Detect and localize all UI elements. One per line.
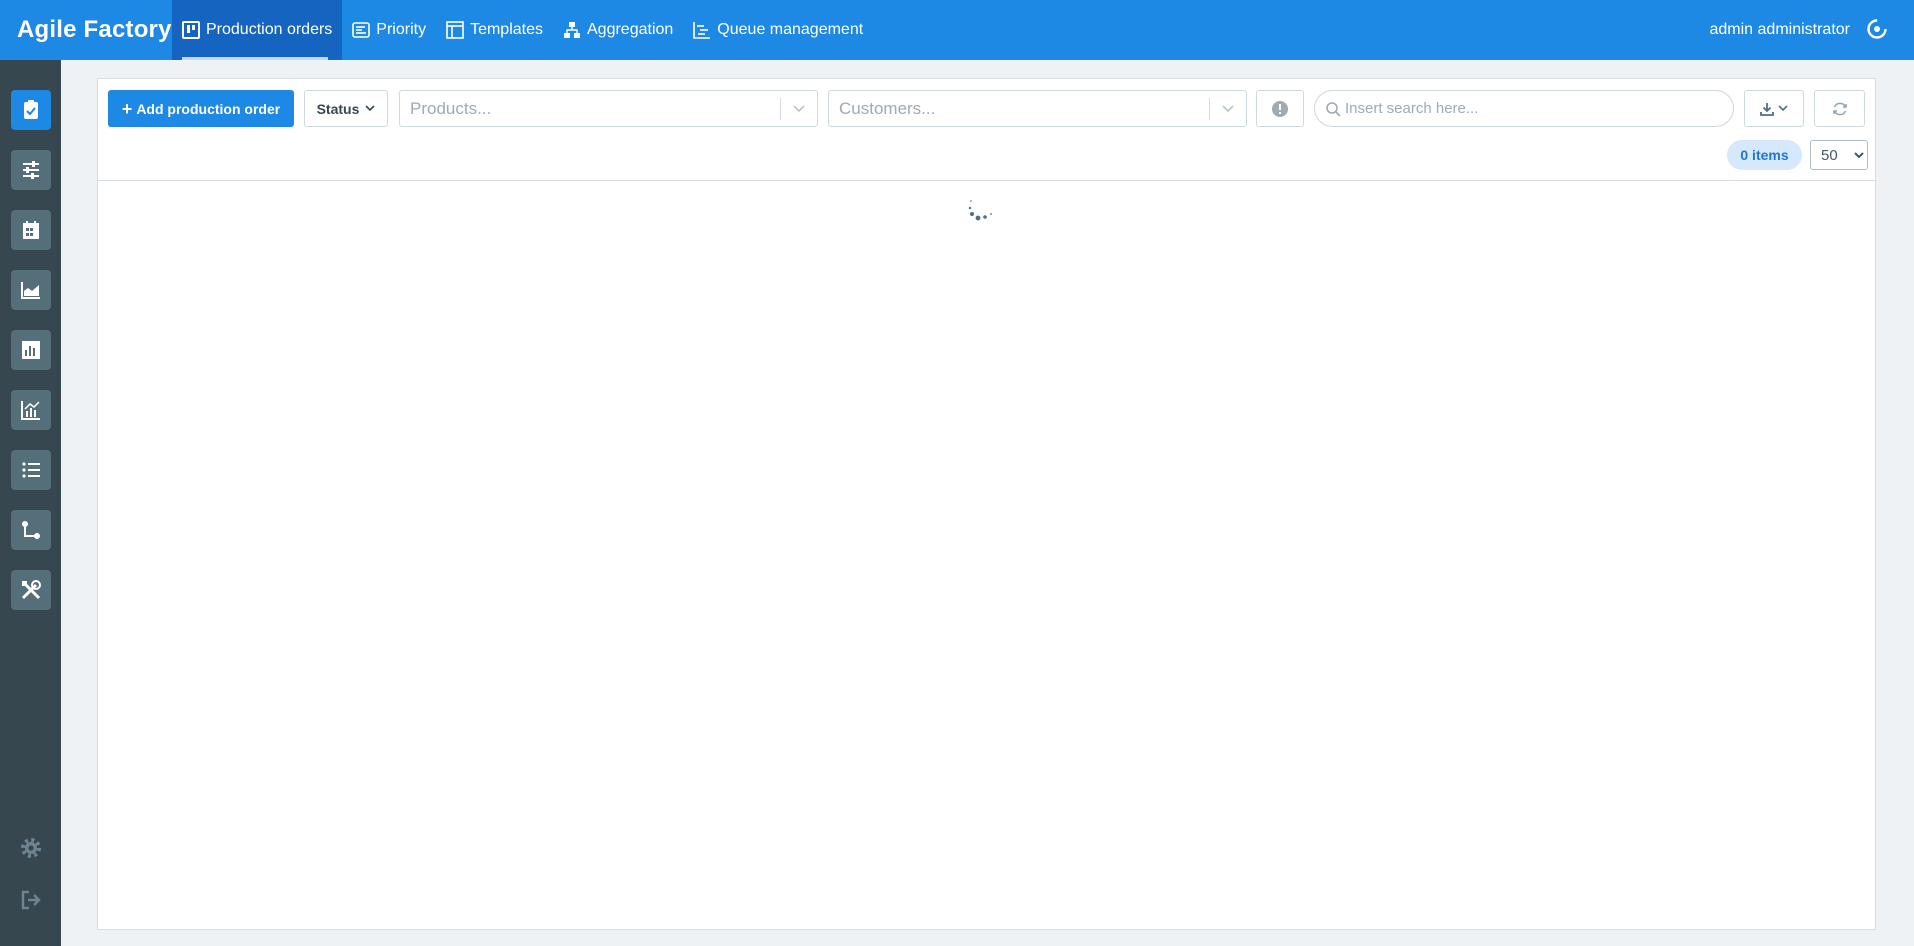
loading-spinner-icon: [968, 200, 992, 221]
sidebar-item-area-chart[interactable]: [11, 270, 51, 310]
logout-icon[interactable]: [19, 888, 43, 912]
add-button-label: Add production order: [136, 100, 281, 117]
list-icon: [22, 462, 40, 478]
sidebar-item-production[interactable]: [11, 90, 51, 130]
chevron-down-icon: [1778, 105, 1788, 112]
sidebar-item-calendar[interactable]: [11, 210, 51, 250]
board-icon: [182, 21, 200, 39]
app-brand[interactable]: Agile Factory: [0, 16, 172, 44]
sidebar: [0, 60, 61, 946]
nav-production-orders[interactable]: Production orders: [172, 0, 343, 60]
nav-aggregation[interactable]: Aggregation: [553, 0, 683, 60]
settings-gear-icon[interactable]: [19, 836, 43, 860]
sidebar-item-list[interactable]: [11, 450, 51, 490]
sidebar-item-bar-chart[interactable]: [11, 330, 51, 370]
refresh-icon: [1832, 102, 1847, 115]
tools-icon: [21, 580, 41, 600]
customers-select[interactable]: Customers...: [828, 90, 1247, 127]
user-name[interactable]: admin administrator: [1710, 0, 1851, 60]
sliders-icon: [23, 161, 39, 179]
nav-label: Production orders: [206, 21, 333, 38]
sidebar-item-tools[interactable]: [11, 570, 51, 610]
calendar-icon: [23, 221, 39, 239]
bar-chart-icon: [22, 341, 40, 359]
plus-icon: +: [121, 98, 133, 119]
sidebar-item-scheduling[interactable]: [11, 150, 51, 190]
download-icon: [1760, 102, 1774, 116]
search-icon: [1326, 101, 1341, 117]
status-filter-button[interactable]: Status: [304, 90, 388, 127]
area-chart-icon: [21, 282, 40, 299]
aggregation-icon: [564, 22, 580, 38]
chevron-down-icon: [793, 104, 805, 112]
nav-label: Aggregation: [587, 21, 674, 38]
flow-icon: [22, 521, 40, 539]
alert-filter-button[interactable]: [1256, 90, 1304, 127]
line-chart-icon: [21, 401, 40, 420]
chevron-down-icon: [1222, 104, 1234, 112]
nav-label: Priority: [376, 21, 427, 38]
sidebar-item-flow[interactable]: [11, 510, 51, 550]
template-icon: [446, 21, 464, 39]
chevron-down-icon: [365, 105, 375, 112]
download-button[interactable]: [1744, 90, 1804, 127]
items-count-badge: 0 items: [1727, 140, 1802, 170]
customers-placeholder: Customers...: [839, 98, 936, 118]
nav-label: Queue management: [717, 21, 864, 38]
clipboard-check-icon: [24, 100, 38, 119]
queue-icon: [693, 22, 711, 39]
search-box: [1314, 90, 1734, 127]
production-orders-panel: + Add production order Status Products..…: [97, 78, 1876, 930]
main-nav: Production orders Priority Templates Agg…: [172, 0, 873, 60]
nav-priority[interactable]: Priority: [342, 0, 436, 60]
top-bar: Agile Factory Production orders Priority…: [0, 0, 1914, 60]
products-placeholder: Products...: [410, 98, 492, 118]
page-size-select[interactable]: 50: [1810, 140, 1868, 170]
toolbar-divider: [98, 180, 1875, 181]
user-menu-icon[interactable]: [1866, 18, 1888, 40]
search-input[interactable]: [1345, 100, 1725, 117]
priority-icon: [352, 22, 371, 38]
refresh-button[interactable]: [1814, 90, 1865, 127]
nav-label: Templates: [470, 21, 543, 38]
exclamation-circle-icon: [1272, 100, 1288, 117]
products-select[interactable]: Products...: [399, 90, 818, 127]
nav-templates[interactable]: Templates: [436, 0, 553, 60]
nav-queue-management[interactable]: Queue management: [683, 0, 873, 60]
add-production-order-button[interactable]: + Add production order: [108, 90, 294, 127]
sidebar-item-line-chart[interactable]: [11, 390, 51, 430]
status-label: Status: [316, 100, 360, 117]
